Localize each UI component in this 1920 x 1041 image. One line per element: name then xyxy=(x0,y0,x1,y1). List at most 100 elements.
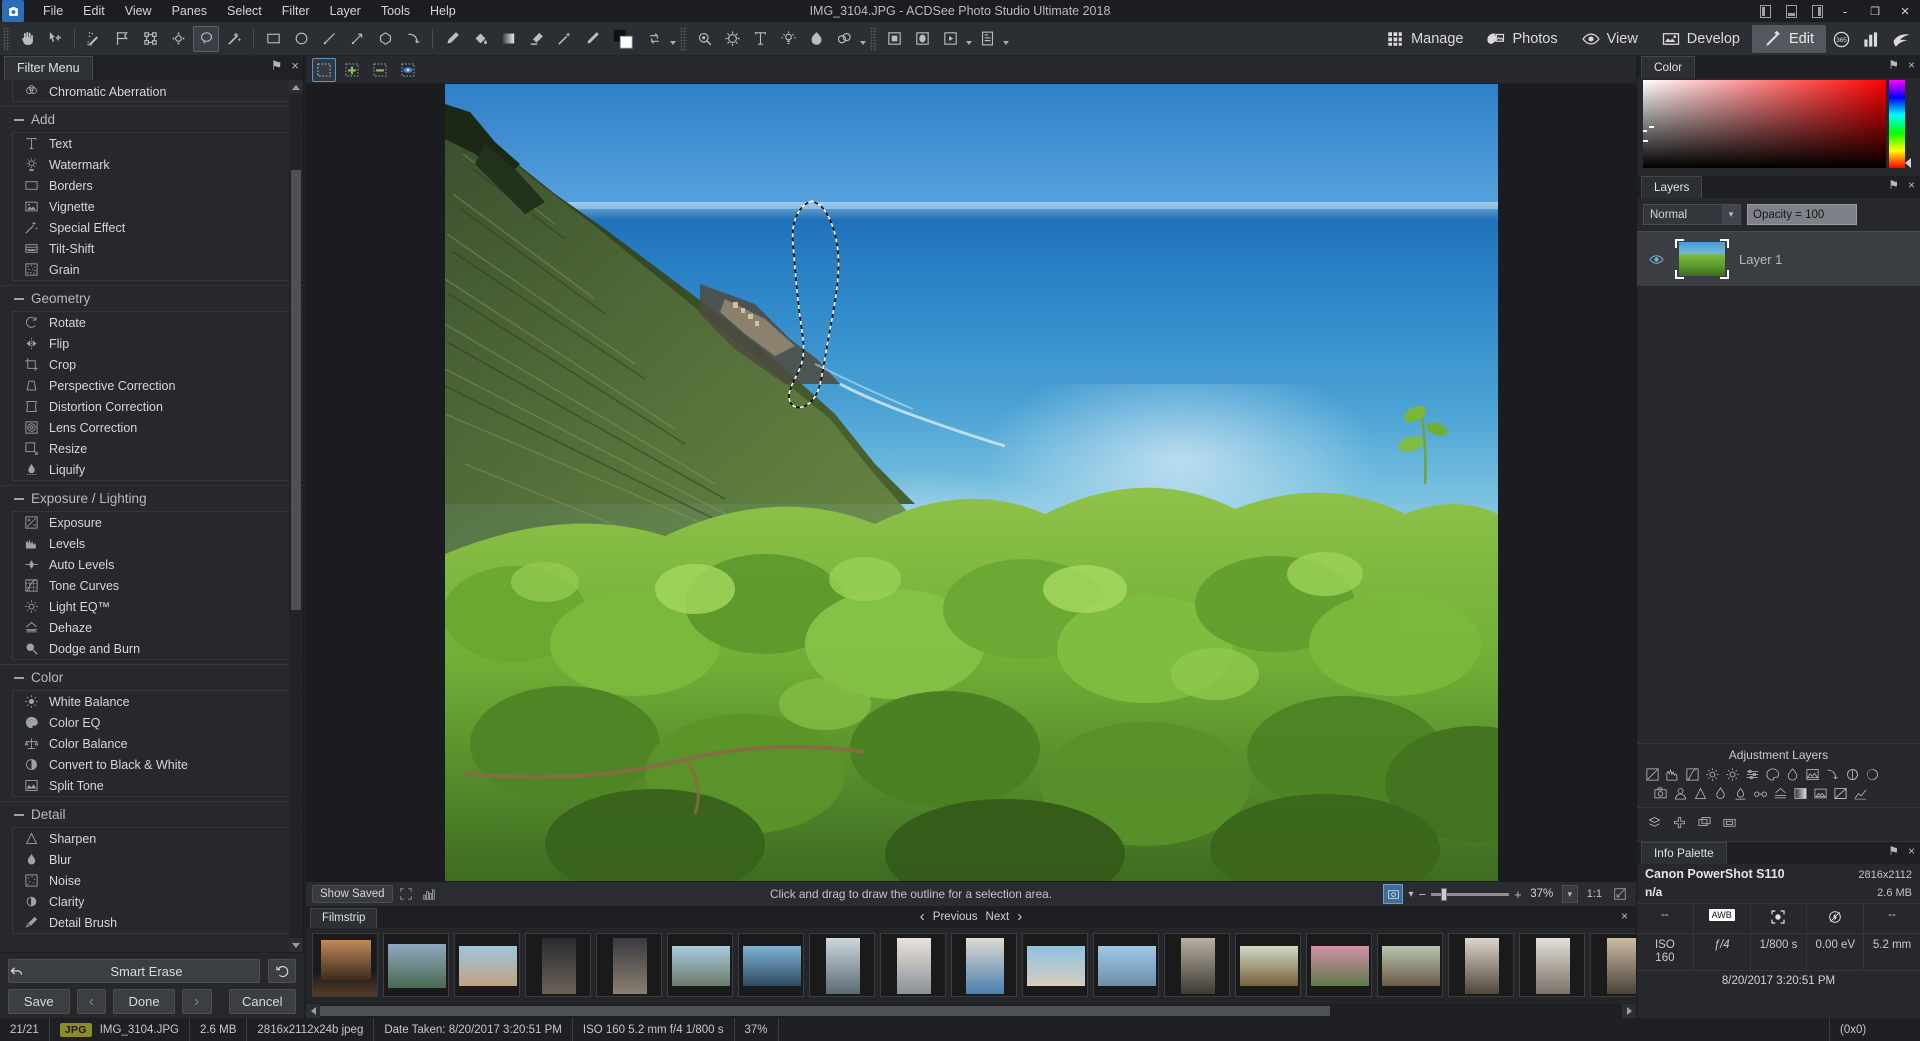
toolbar-grip-3[interactable] xyxy=(870,26,877,51)
menu-select[interactable]: Select xyxy=(218,1,271,21)
rectangle-icon[interactable] xyxy=(260,26,286,52)
photo-effect-icon[interactable] xyxy=(1651,784,1670,803)
filter-item-tone-curves[interactable]: Tone Curves xyxy=(13,575,304,596)
prev-button[interactable]: ‹ xyxy=(76,989,107,1014)
zoom-slider[interactable] xyxy=(1431,887,1510,901)
zoom-in-button[interactable]: + xyxy=(1514,887,1522,902)
one-to-one-button[interactable]: 1:1 xyxy=(1587,888,1602,900)
group-header-geometry[interactable]: Geometry xyxy=(0,285,304,311)
sharpen-icon[interactable] xyxy=(1691,784,1710,803)
thumbnail-item[interactable] xyxy=(1093,933,1159,997)
fullscreen-icon[interactable] xyxy=(396,884,416,904)
zoom-out-button[interactable]: − xyxy=(1419,887,1427,902)
soft-focus-icon[interactable] xyxy=(1831,784,1850,803)
menu-help[interactable]: Help xyxy=(421,1,465,21)
tab-info-palette[interactable]: Info Palette xyxy=(1641,842,1727,864)
thumbnail-item[interactable] xyxy=(1519,933,1585,997)
color-field[interactable] xyxy=(1643,80,1886,168)
cancel-button[interactable]: Cancel xyxy=(228,989,296,1014)
thumbnail-item[interactable] xyxy=(525,933,591,997)
color-swatch-icon[interactable] xyxy=(607,26,639,52)
polygon-lasso-icon[interactable] xyxy=(109,26,135,52)
filter-item-split-tone[interactable]: Split Tone xyxy=(13,775,304,796)
filter-item-liquify[interactable]: Liquify xyxy=(13,459,304,480)
arrow-icon[interactable] xyxy=(344,26,370,52)
magic-wand-icon[interactable] xyxy=(81,26,107,52)
thumbnail-item[interactable] xyxy=(1235,933,1301,997)
blend-mode-select[interactable]: Normal ▾ xyxy=(1643,204,1741,225)
done-button[interactable]: Done xyxy=(113,989,175,1014)
polygon-icon[interactable] xyxy=(372,26,398,52)
clone-stamp-icon[interactable] xyxy=(579,26,605,52)
chart-icon[interactable] xyxy=(1856,25,1886,53)
move-select-icon[interactable] xyxy=(42,26,68,52)
retouch-dropdown-caret[interactable] xyxy=(858,26,867,52)
marquee-dots-icon[interactable] xyxy=(137,26,163,52)
zoom-preset-dropdown[interactable]: ▾ xyxy=(1561,885,1578,903)
tab-view[interactable]: View xyxy=(1570,25,1650,53)
layer-ellipse-icon[interactable] xyxy=(909,26,935,52)
filmstrip-toggle-icon[interactable] xyxy=(1383,884,1404,904)
subtract-from-selection-icon[interactable] xyxy=(368,58,392,82)
365-icon[interactable]: 365 xyxy=(1826,25,1856,53)
filter-item-dehaze[interactable]: Dehaze xyxy=(13,617,304,638)
filter-item-exposure[interactable]: Exposure xyxy=(13,512,304,533)
thumbnail-item[interactable] xyxy=(1377,933,1443,997)
levels-icon[interactable] xyxy=(1663,765,1682,784)
thumbnail-item[interactable] xyxy=(880,933,946,997)
filmstrip-scroll-right[interactable] xyxy=(1622,1004,1636,1018)
hand-pan-icon[interactable] xyxy=(14,26,40,52)
menu-tools[interactable]: Tools xyxy=(372,1,419,21)
layout-right-icon[interactable] xyxy=(1804,0,1830,22)
next-button[interactable]: › xyxy=(181,989,212,1014)
invert-selection-icon[interactable] xyxy=(396,58,420,82)
menu-filter[interactable]: Filter xyxy=(273,1,319,21)
curve-icon[interactable] xyxy=(1823,765,1842,784)
scrollbar-thumb[interactable] xyxy=(291,170,301,610)
filter-item-color-balance[interactable]: Color Balance xyxy=(13,733,304,754)
filmstrip-scrollbar[interactable] xyxy=(306,1004,1636,1018)
filter-item-auto-levels[interactable]: Auto Levels xyxy=(13,554,304,575)
filter-item-white-balance[interactable]: White Balance xyxy=(13,691,304,712)
next-chevron-icon[interactable]: › xyxy=(1017,908,1022,925)
haze-icon[interactable] xyxy=(1771,784,1790,803)
close-icon[interactable]: × xyxy=(1908,59,1915,72)
filmstrip-scroll-left[interactable] xyxy=(306,1004,320,1018)
glasses-icon[interactable] xyxy=(1751,784,1770,803)
vibrance-icon[interactable] xyxy=(1783,765,1802,784)
group-header-exposure-lighting[interactable]: Exposure / Lighting xyxy=(0,485,304,511)
gradient-icon[interactable] xyxy=(1791,784,1810,803)
blemish-remover-icon[interactable] xyxy=(719,26,745,52)
pin-icon[interactable]: ⚑ xyxy=(1888,845,1899,858)
delete-layer-icon[interactable] xyxy=(1720,813,1739,832)
color-eq-sliders-icon[interactable] xyxy=(1743,765,1762,784)
tone-curves-icon[interactable] xyxy=(1683,765,1702,784)
histogram-icon[interactable] xyxy=(419,884,439,904)
levels-graph-icon[interactable] xyxy=(1851,784,1870,803)
contrast-icon[interactable] xyxy=(1863,765,1882,784)
filter-item-perspective-correction[interactable]: Perspective Correction xyxy=(13,375,304,396)
thumbnail-item[interactable] xyxy=(454,933,520,997)
group-header-add[interactable]: Add xyxy=(0,106,304,132)
filter-item-detail-brush[interactable]: Detail Brush xyxy=(13,912,304,933)
pin-icon[interactable]: ⚑ xyxy=(1888,179,1899,192)
restore-button[interactable]: ❐ xyxy=(1860,0,1890,22)
layout-bottom-icon[interactable] xyxy=(1778,0,1804,22)
scroll-down-arrow[interactable] xyxy=(289,938,303,952)
filter-menu-scrollbar[interactable] xyxy=(289,80,303,952)
show-saved-button[interactable]: Show Saved xyxy=(312,885,393,903)
filmstrip-close-icon[interactable]: × xyxy=(1621,909,1628,923)
hue-slider[interactable] xyxy=(1889,80,1905,168)
thumbnail-item[interactable] xyxy=(667,933,733,997)
tab-develop[interactable]: Develop xyxy=(1650,25,1752,53)
eye-icon[interactable] xyxy=(1647,250,1665,268)
batch-icon[interactable] xyxy=(974,26,1000,52)
filter-item-noise[interactable]: Noise xyxy=(13,870,304,891)
filter-item-blur[interactable]: Blur xyxy=(13,849,304,870)
blur-tool-icon[interactable] xyxy=(831,26,857,52)
blend-mode-caret-icon[interactable]: ▾ xyxy=(1722,205,1740,224)
filmstrip-dropdown-caret[interactable]: ▾ xyxy=(1408,889,1413,900)
layer-mask-icon[interactable] xyxy=(881,26,907,52)
gradient-icon[interactable] xyxy=(495,26,521,52)
tab-layers[interactable]: Layers xyxy=(1641,176,1703,198)
